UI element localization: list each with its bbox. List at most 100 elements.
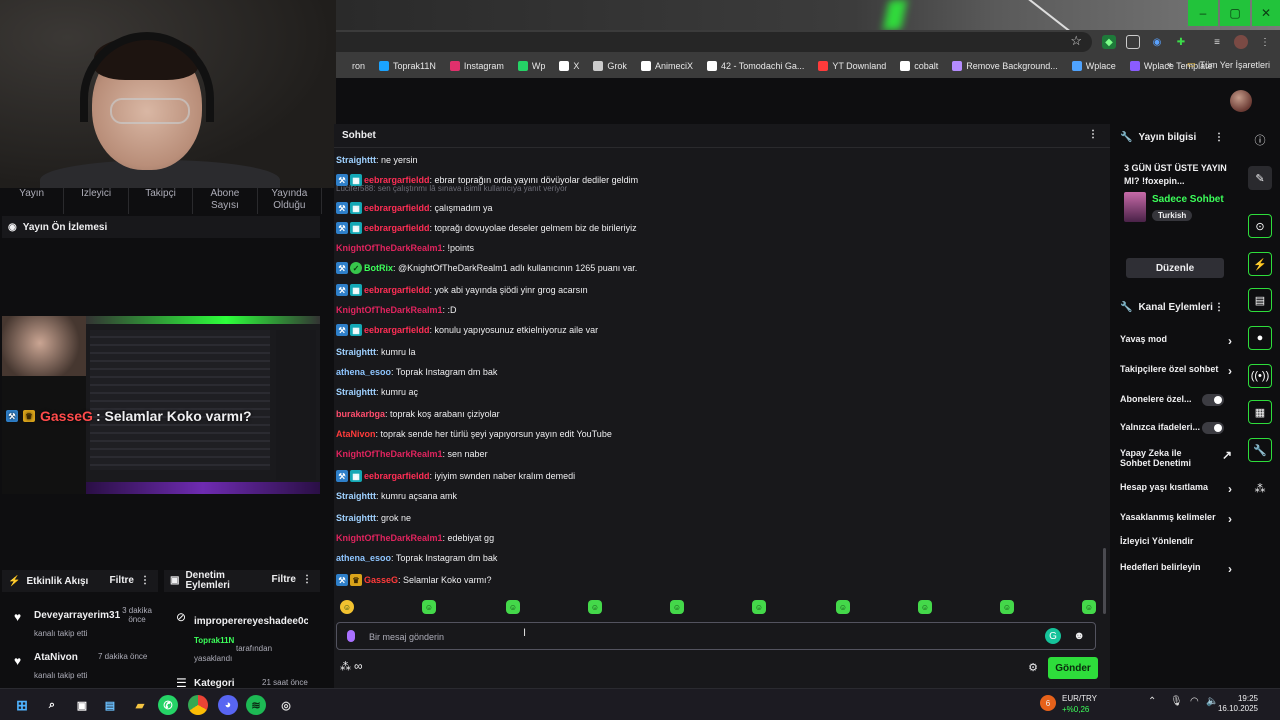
translate-extension-icon[interactable]: ◉	[1150, 35, 1164, 49]
chat-badge-icon[interactable]: ⚒	[336, 470, 348, 482]
channel-actions-kebab-icon[interactable]: ⋮	[1214, 302, 1224, 313]
lightning-icon[interactable]: ⚡	[1248, 252, 1272, 276]
target-icon[interactable]: ⊙	[1248, 214, 1272, 238]
chat-message[interactable]: ⚒ ▦ eebrargarfieldd: çalışmadım ya	[336, 200, 493, 216]
puzzle-extension-icon[interactable]: ✚	[1174, 35, 1188, 49]
chat-message[interactable]: KnightOfTheDarkRealm1: edebiyat gg	[336, 530, 494, 546]
chat-badge-icon[interactable]: ⚒	[336, 262, 348, 274]
discord-icon[interactable]: ◕	[218, 695, 238, 715]
tool-icon[interactable]: 🔧	[1248, 438, 1272, 462]
avatar[interactable]	[1230, 90, 1252, 112]
chat-username[interactable]: eebrargarfieldd	[364, 285, 430, 295]
channel-action-item[interactable]: Abonelere özel...	[1120, 394, 1232, 406]
screenshot-extension-icon[interactable]	[1126, 35, 1140, 49]
chat-username[interactable]: Straighttt	[336, 155, 376, 165]
chat-username[interactable]: eebrargarfieldd	[364, 325, 430, 335]
emote-icon[interactable]: ☺	[422, 600, 436, 614]
channel-action-item[interactable]: Yasaklanmış kelimeler ›	[1120, 512, 1232, 524]
tray-chevron-icon[interactable]: ⌃	[1148, 696, 1156, 707]
emote-icon[interactable]: ☺	[670, 600, 684, 614]
channel-action-item[interactable]: Hedefleri belirleyin ›	[1120, 562, 1232, 574]
chat-bubble-icon[interactable]: ●	[1248, 326, 1272, 350]
broadcast-icon[interactable]: ((•))	[1248, 364, 1272, 388]
bookmark-item[interactable]: Wplace	[1071, 61, 1116, 71]
emote-icon[interactable]: ☺	[1082, 600, 1096, 614]
bookmark-item[interactable]: cobalt	[900, 61, 938, 71]
chat-message[interactable]: Straighttt: kumru aç	[336, 384, 418, 400]
chat-badge-icon[interactable]: ⚒	[336, 284, 348, 296]
chat-message[interactable]: Straighttt: kumru la	[336, 344, 416, 360]
bookmark-item[interactable]: Remove Background...	[952, 61, 1058, 71]
chat-badge-icon[interactable]: ⚒	[336, 202, 348, 214]
widgets-icon[interactable]: ▤	[100, 695, 120, 715]
chat-kebab-icon[interactable]: ⋮	[1088, 129, 1098, 140]
chrome-icon[interactable]	[188, 695, 208, 715]
chat-username[interactable]: Straighttt	[336, 347, 376, 357]
chat-badge-icon[interactable]: ▦	[350, 202, 362, 214]
activity-user[interactable]: Deveyarrayerim31	[34, 610, 120, 621]
task-view-icon[interactable]: ▣	[72, 695, 92, 715]
dots-icon[interactable]: ⁂	[1248, 476, 1272, 500]
infinity-icon[interactable]: ∞	[354, 659, 363, 673]
shield-extension-icon[interactable]: ◆	[1102, 35, 1116, 49]
chat-username[interactable]: BotRix	[364, 263, 393, 273]
app-icon[interactable]: ◎	[276, 695, 296, 715]
toggle-switch[interactable]	[1202, 394, 1224, 406]
info-icon[interactable]: ⓘ	[1248, 128, 1272, 152]
stream-tag[interactable]: Turkish	[1152, 210, 1193, 221]
browser-menu-icon[interactable]: ⋮	[1258, 35, 1272, 49]
bookmark-item[interactable]: Toprak11N	[379, 61, 436, 71]
wifi-icon[interactable]: ◠	[1190, 696, 1199, 707]
bookmark-item[interactable]: Grok	[593, 61, 627, 71]
emote-icon[interactable]: ☺	[1000, 600, 1014, 614]
mod-target-user[interactable]: improperereyeshadee0cpdc	[194, 616, 308, 627]
bookmark-item[interactable]: Wp	[517, 61, 545, 71]
category-thumbnail[interactable]	[1124, 192, 1146, 222]
toggle-switch[interactable]	[1202, 422, 1224, 434]
grammarly-icon[interactable]: G	[1045, 628, 1061, 644]
chat-message[interactable]: athena_esoo: Toprak Instagram dm bak	[336, 550, 497, 566]
stream-info-kebab-icon[interactable]: ⋮	[1214, 132, 1224, 143]
chat-username[interactable]: eebrargarfieldd	[364, 471, 430, 481]
chat-username[interactable]: AtaNivon	[336, 429, 376, 439]
clipboard-icon[interactable]: ▤	[1248, 288, 1272, 312]
chat-username[interactable]: eebrargarfieldd	[364, 223, 430, 233]
chat-message[interactable]: KnightOfTheDarkRealm1: :D	[336, 302, 457, 318]
chat-badge-icon[interactable]: ▦	[350, 470, 362, 482]
mod-filter-button[interactable]: Filtre	[272, 575, 296, 585]
chat-message[interactable]: ⚒ ▦ eebrargarfieldd: ebrar toprağın orda y…	[336, 172, 638, 188]
chat-badge-icon[interactable]: ⚒	[336, 222, 348, 234]
mic-tray-icon[interactable]: 🎙	[1170, 696, 1183, 707]
bookmark-item[interactable]: AnimeciX	[640, 61, 693, 71]
chat-message[interactable]: burakarbga: toprak koş arabanı çiziyolar	[336, 406, 500, 422]
chat-badge-icon[interactable]: ▦	[350, 284, 362, 296]
chat-message[interactable]: Straighttt: kumru açsana amk	[336, 488, 457, 504]
chat-input[interactable]: Bir mesaj gönderin I G ☻	[336, 622, 1096, 650]
star-icon[interactable]: ☆	[1070, 33, 1082, 49]
url-field[interactable]: ☆	[336, 32, 1092, 52]
layout-icon[interactable]: ▦	[1248, 400, 1272, 424]
chat-badge-icon[interactable]: ▦	[350, 222, 362, 234]
stream-preview[interactable]: ⚒ ♛ GasseG : Selamlar Koko varmı?	[2, 316, 320, 494]
pencil-icon[interactable]: ✎	[1248, 166, 1272, 190]
emote-icon[interactable]: ☺	[836, 600, 850, 614]
all-bookmarks-button[interactable]: ▭ Tüm Yer İşaretleri	[1187, 59, 1270, 70]
chat-message[interactable]: ⚒ ▦ eebrargarfieldd: konulu yapıyosunuz et…	[336, 322, 598, 338]
chat-username[interactable]: KnightOfTheDarkRealm1	[336, 533, 443, 543]
file-explorer-icon[interactable]: ▰	[130, 695, 150, 715]
emote-icon[interactable]: ☺	[506, 600, 520, 614]
emote-icon[interactable]: ☺	[752, 600, 766, 614]
ticker-icon[interactable]: 6	[1040, 695, 1056, 711]
chat-message[interactable]: Straighttt: ne yersin	[336, 152, 418, 168]
channel-action-item[interactable]: Yavaş mod ›	[1120, 334, 1232, 346]
chat-username[interactable]: Straighttt	[336, 491, 376, 501]
chat-badge-icon[interactable]: ⚒	[336, 574, 348, 586]
mic-icon[interactable]	[347, 630, 355, 642]
send-button[interactable]: Gönder	[1048, 657, 1098, 679]
chat-message[interactable]: KnightOfTheDarkRealm1: !points	[336, 240, 474, 256]
media-icon[interactable]: ≡	[1210, 35, 1224, 49]
chat-username[interactable]: burakarbga	[336, 409, 385, 419]
chat-username[interactable]: GasseG	[364, 575, 398, 585]
emoji-icon[interactable]: ☻	[1073, 630, 1085, 642]
emote-icon[interactable]: ☺	[588, 600, 602, 614]
